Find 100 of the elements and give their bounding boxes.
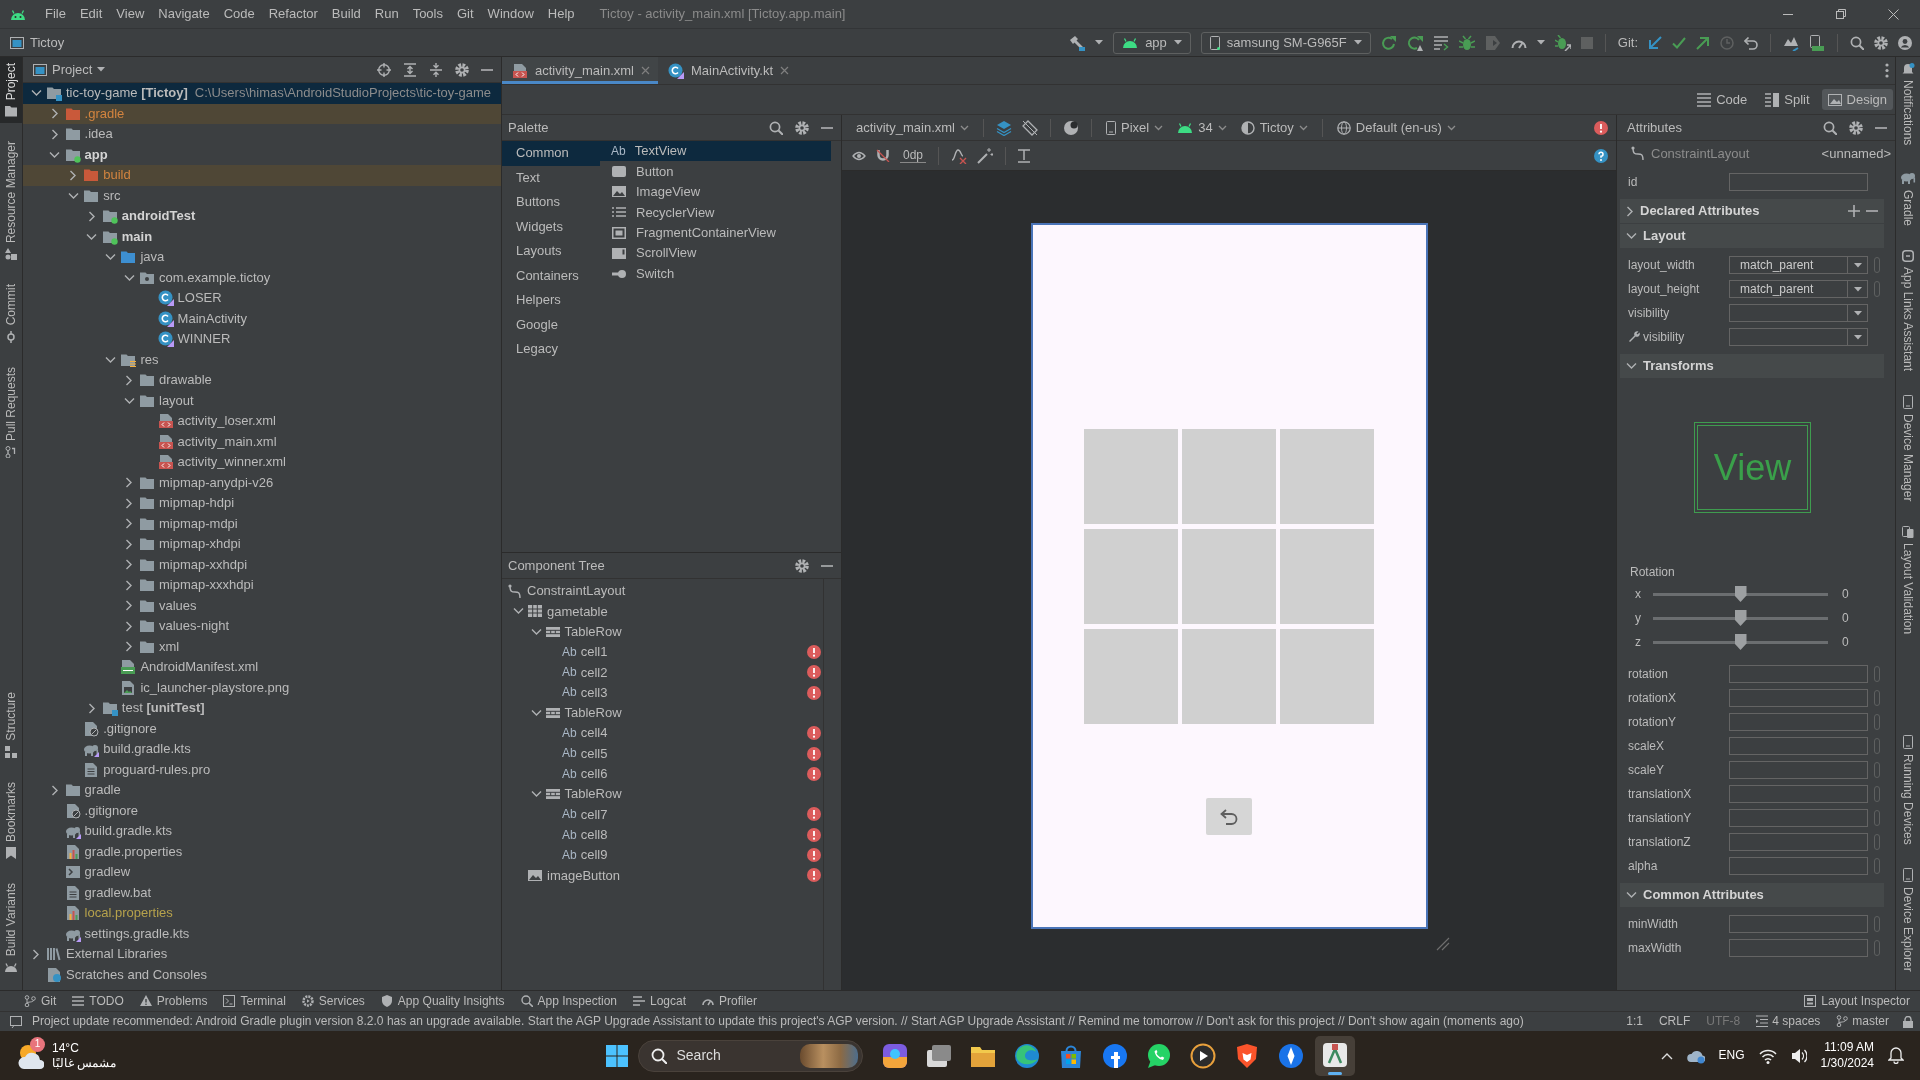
tree-item[interactable]: mipmap-xhdpi	[23, 534, 501, 555]
component-item[interactable]: imageButton	[502, 865, 823, 886]
tool-window-button[interactable]: Profiler	[702, 993, 758, 1009]
section-header[interactable]: Common Attributes	[1620, 883, 1884, 907]
baseline-icon[interactable]	[1018, 148, 1031, 163]
taskbar-search[interactable]: Search	[637, 1039, 863, 1072]
chevron-down-icon[interactable]	[513, 607, 524, 616]
error-icon[interactable]	[1594, 120, 1608, 135]
tree-item[interactable]: activity_winner.xml	[23, 452, 501, 473]
crosshair-icon[interactable]	[377, 62, 391, 77]
component-item[interactable]: TableRow	[502, 702, 823, 724]
start-menu-icon[interactable]	[605, 1044, 628, 1067]
status-item[interactable]: 4 spaces	[1753, 1014, 1824, 1029]
tree-item[interactable]: gradle.properties	[23, 841, 501, 862]
tool-window-button[interactable]: Git	[24, 993, 57, 1009]
error-icon[interactable]	[807, 645, 821, 660]
chevron-right-icon[interactable]	[125, 374, 133, 386]
tool-window-button[interactable]: Problems	[139, 993, 208, 1009]
chevron-down-icon[interactable]	[530, 790, 542, 799]
tree-item[interactable]: activity_main.xml	[23, 431, 501, 452]
tree-item[interactable]: res	[23, 349, 501, 370]
circular-arrow-icon[interactable]	[1406, 34, 1423, 51]
minus-icon[interactable]	[821, 126, 833, 129]
constraint-icon[interactable]	[951, 147, 968, 164]
settings-icon[interactable]	[455, 62, 469, 77]
menu-item[interactable]: Navigate	[151, 2, 217, 26]
hammer-icon[interactable]	[1069, 34, 1086, 51]
tree-item[interactable]: build	[23, 165, 501, 186]
image-button[interactable]	[1206, 798, 1252, 835]
arrow-down-left-icon[interactable]	[1648, 35, 1662, 50]
palette-category[interactable]: Helpers	[502, 288, 600, 313]
chevron-right-icon[interactable]	[125, 497, 133, 509]
tree-item[interactable]: mipmap-hdpi	[23, 493, 501, 514]
tool-window-button[interactable]: App Links Assistant	[1896, 244, 1920, 378]
menu-item[interactable]: Refactor	[261, 2, 325, 26]
view-selector[interactable]: Project	[33, 61, 106, 78]
tree-item[interactable]: com.example.tictoy	[23, 267, 501, 288]
drafting-app-icon[interactable]	[1321, 1042, 1348, 1068]
tree-item[interactable]: local.properties	[23, 903, 501, 924]
minimize-icon[interactable]	[1782, 13, 1793, 15]
wifi-icon[interactable]	[1758, 1047, 1777, 1064]
error-icon[interactable]	[807, 746, 821, 761]
attribute-field[interactable]	[1729, 915, 1868, 933]
chevron-up-icon[interactable]	[1660, 1051, 1673, 1060]
component-item[interactable]: TableRow	[502, 783, 823, 805]
bug-icon[interactable]	[1458, 34, 1475, 51]
error-icon[interactable]	[807, 766, 821, 781]
menu-item[interactable]: Help	[540, 2, 582, 26]
chevron-right-icon[interactable]	[125, 538, 133, 550]
tool-window-button[interactable]: TODO	[72, 993, 124, 1009]
settings-icon[interactable]	[795, 120, 809, 135]
arrow-up-right-icon[interactable]	[1696, 35, 1710, 50]
menu-item[interactable]: Git	[450, 2, 481, 26]
error-icon[interactable]	[807, 848, 821, 862]
error-icon[interactable]	[807, 685, 821, 700]
menu-item[interactable]: Run	[367, 2, 406, 26]
chevron-right-icon[interactable]	[125, 477, 133, 489]
locale-dropdown[interactable]: Default (en-us)	[1334, 119, 1458, 136]
colorful-app-icon[interactable]	[881, 1042, 908, 1069]
tree-item[interactable]: values-night	[23, 616, 501, 637]
chevron-right-icon[interactable]	[50, 108, 59, 120]
palette-category[interactable]: Containers	[502, 263, 600, 288]
chevron-down-icon[interactable]	[530, 627, 542, 636]
search-icon[interactable]	[1850, 35, 1864, 50]
expand-all-icon[interactable]	[403, 62, 417, 77]
attribute-field[interactable]	[1729, 785, 1868, 803]
active-app-tile[interactable]	[1314, 1035, 1355, 1076]
undo-icon[interactable]	[1744, 35, 1758, 50]
error-icon[interactable]	[807, 807, 821, 822]
palette-item[interactable]: Switch	[600, 263, 831, 284]
tree-item[interactable]: java	[23, 247, 501, 268]
close-icon[interactable]	[780, 66, 790, 75]
chevron-right-icon[interactable]	[125, 641, 133, 653]
tree-item[interactable]: gradlew	[23, 862, 501, 883]
error-icon[interactable]	[807, 868, 821, 883]
api-level-dropdown[interactable]: 34	[1175, 119, 1229, 136]
menu-item[interactable]: Build	[324, 2, 368, 26]
resize-handle-icon[interactable]	[1435, 937, 1450, 951]
tree-item[interactable]: test [unitTest]	[23, 698, 501, 719]
wand-icon[interactable]	[977, 147, 994, 164]
device-dropdown[interactable]: Pixel	[1103, 119, 1166, 136]
tree-item[interactable]: activity_loser.xml	[23, 411, 501, 432]
tree-item[interactable]: AndroidManifest.xml	[23, 657, 501, 678]
tree-item[interactable]: app	[23, 144, 501, 165]
tree-item[interactable]: ic_launcher-playstore.png	[23, 677, 501, 698]
tree-item[interactable]: gradlew.bat	[23, 882, 501, 903]
tool-window-button[interactable]: Services	[301, 993, 365, 1009]
tool-window-button[interactable]: App Inspection	[520, 993, 617, 1009]
file-dropdown[interactable]: activity_main.xml	[854, 119, 971, 136]
component-item[interactable]: Ab cell3	[502, 682, 823, 703]
minus-icon[interactable]	[481, 68, 493, 71]
chevron-down-icon[interactable]	[123, 273, 135, 282]
tool-window-button[interactable]: Device Manager	[1896, 389, 1920, 508]
minus-icon[interactable]	[821, 564, 833, 567]
run-config-dropdown[interactable]: app	[1113, 31, 1191, 54]
tree-item[interactable]: values	[23, 595, 501, 616]
palette-item[interactable]: RecyclerView	[600, 202, 831, 223]
moon-icon[interactable]	[1062, 119, 1079, 136]
tree-item[interactable]: settings.gradle.kts	[23, 923, 501, 944]
attribute-field[interactable]	[1729, 857, 1868, 875]
